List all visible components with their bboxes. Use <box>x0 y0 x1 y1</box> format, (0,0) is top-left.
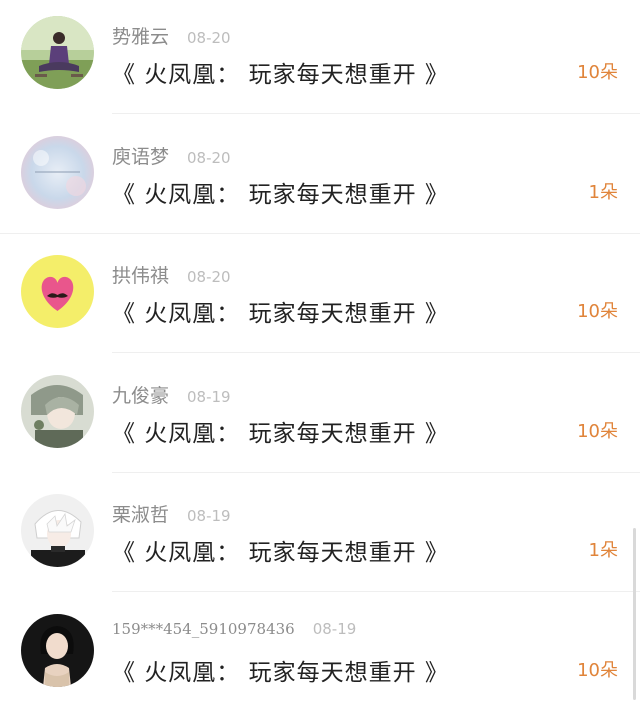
list-item[interactable]: 势雅云 08-20 《 火凤凰： 玩家每天想重开 》 10朵 <box>0 0 640 120</box>
sender-name[interactable]: 势雅云 <box>112 22 169 49</box>
item-meta: 拱伟祺 08-20 <box>112 261 231 288</box>
avatar[interactable] <box>21 135 94 209</box>
timestamp: 08-20 <box>187 268 231 286</box>
sender-name[interactable]: 拱伟祺 <box>112 261 169 288</box>
flower-count: 10朵 <box>577 420 618 442</box>
avatar-image-blurred-pastel <box>21 135 94 209</box>
avatar[interactable] <box>21 374 94 448</box>
avatar-image-pink-heart-mustache <box>21 255 94 328</box>
avatar[interactable] <box>21 494 94 567</box>
scrollbar[interactable] <box>633 528 636 700</box>
book-title[interactable]: 《 火凤凰： 玩家每天想重开 》 <box>112 175 449 209</box>
avatar-image-anime-boy <box>21 374 94 448</box>
item-meta: 势雅云 08-20 <box>112 22 231 49</box>
divider <box>0 232 640 234</box>
sender-name[interactable]: 栗淑哲 <box>112 500 169 527</box>
item-meta: 九俊豪 08-19 <box>112 381 231 408</box>
divider <box>112 352 640 353</box>
divider <box>112 591 640 592</box>
flower-count: 10朵 <box>577 659 618 681</box>
book-title[interactable]: 《 火凤凰： 玩家每天想重开 》 <box>112 653 449 687</box>
flower-count: 10朵 <box>577 301 618 322</box>
sender-name[interactable]: 九俊豪 <box>112 381 169 408</box>
flower-count: 10朵 <box>577 62 618 83</box>
divider <box>112 113 640 114</box>
timestamp: 08-20 <box>187 148 231 167</box>
list-item[interactable]: 九俊豪 08-19 《 火凤凰： 玩家每天想重开 》 10朵 <box>0 359 640 479</box>
book-title[interactable]: 《 火凤凰： 玩家每天想重开 》 <box>112 55 449 89</box>
timestamp: 08-19 <box>187 387 231 406</box>
list-item[interactable]: 159***454_5910978436 08-19 《 火凤凰： 玩家每天想重… <box>0 598 640 708</box>
book-title[interactable]: 《 火凤凰： 玩家每天想重开 》 <box>112 533 449 567</box>
sender-name[interactable]: 159***454_5910978436 <box>112 620 295 638</box>
book-title[interactable]: 《 火凤凰： 玩家每天想重开 》 <box>112 294 449 328</box>
avatar-image-white-hair-boy <box>21 494 94 567</box>
timestamp: 08-20 <box>187 29 231 47</box>
list-item[interactable]: 拱伟祺 08-20 《 火凤凰： 玩家每天想重开 》 10朵 <box>0 239 640 359</box>
avatar[interactable] <box>21 613 94 687</box>
list-item[interactable]: 栗淑哲 08-19 《 火凤凰： 玩家每天想重开 》 1朵 <box>0 478 640 598</box>
flower-count: 1朵 <box>588 181 618 203</box>
divider <box>112 471 640 473</box>
timestamp: 08-19 <box>312 619 357 638</box>
item-meta: 栗淑哲 08-19 <box>112 500 231 527</box>
book-title[interactable]: 《 火凤凰： 玩家每天想重开 》 <box>112 414 449 448</box>
timestamp: 08-19 <box>187 507 231 525</box>
avatar[interactable] <box>21 16 94 89</box>
list-item[interactable]: 庾语梦 08-20 《 火凤凰： 玩家每天想重开 》 1朵 <box>0 120 640 240</box>
avatar-image-woman-portrait <box>21 613 94 687</box>
avatar-image-girl-meditating <box>21 16 94 89</box>
flower-count: 1朵 <box>588 540 618 561</box>
item-meta: 159***454_5910978436 08-19 <box>112 620 356 638</box>
avatar[interactable] <box>21 255 94 328</box>
sender-name[interactable]: 庾语梦 <box>112 142 169 169</box>
item-meta: 庾语梦 08-20 <box>112 142 231 169</box>
